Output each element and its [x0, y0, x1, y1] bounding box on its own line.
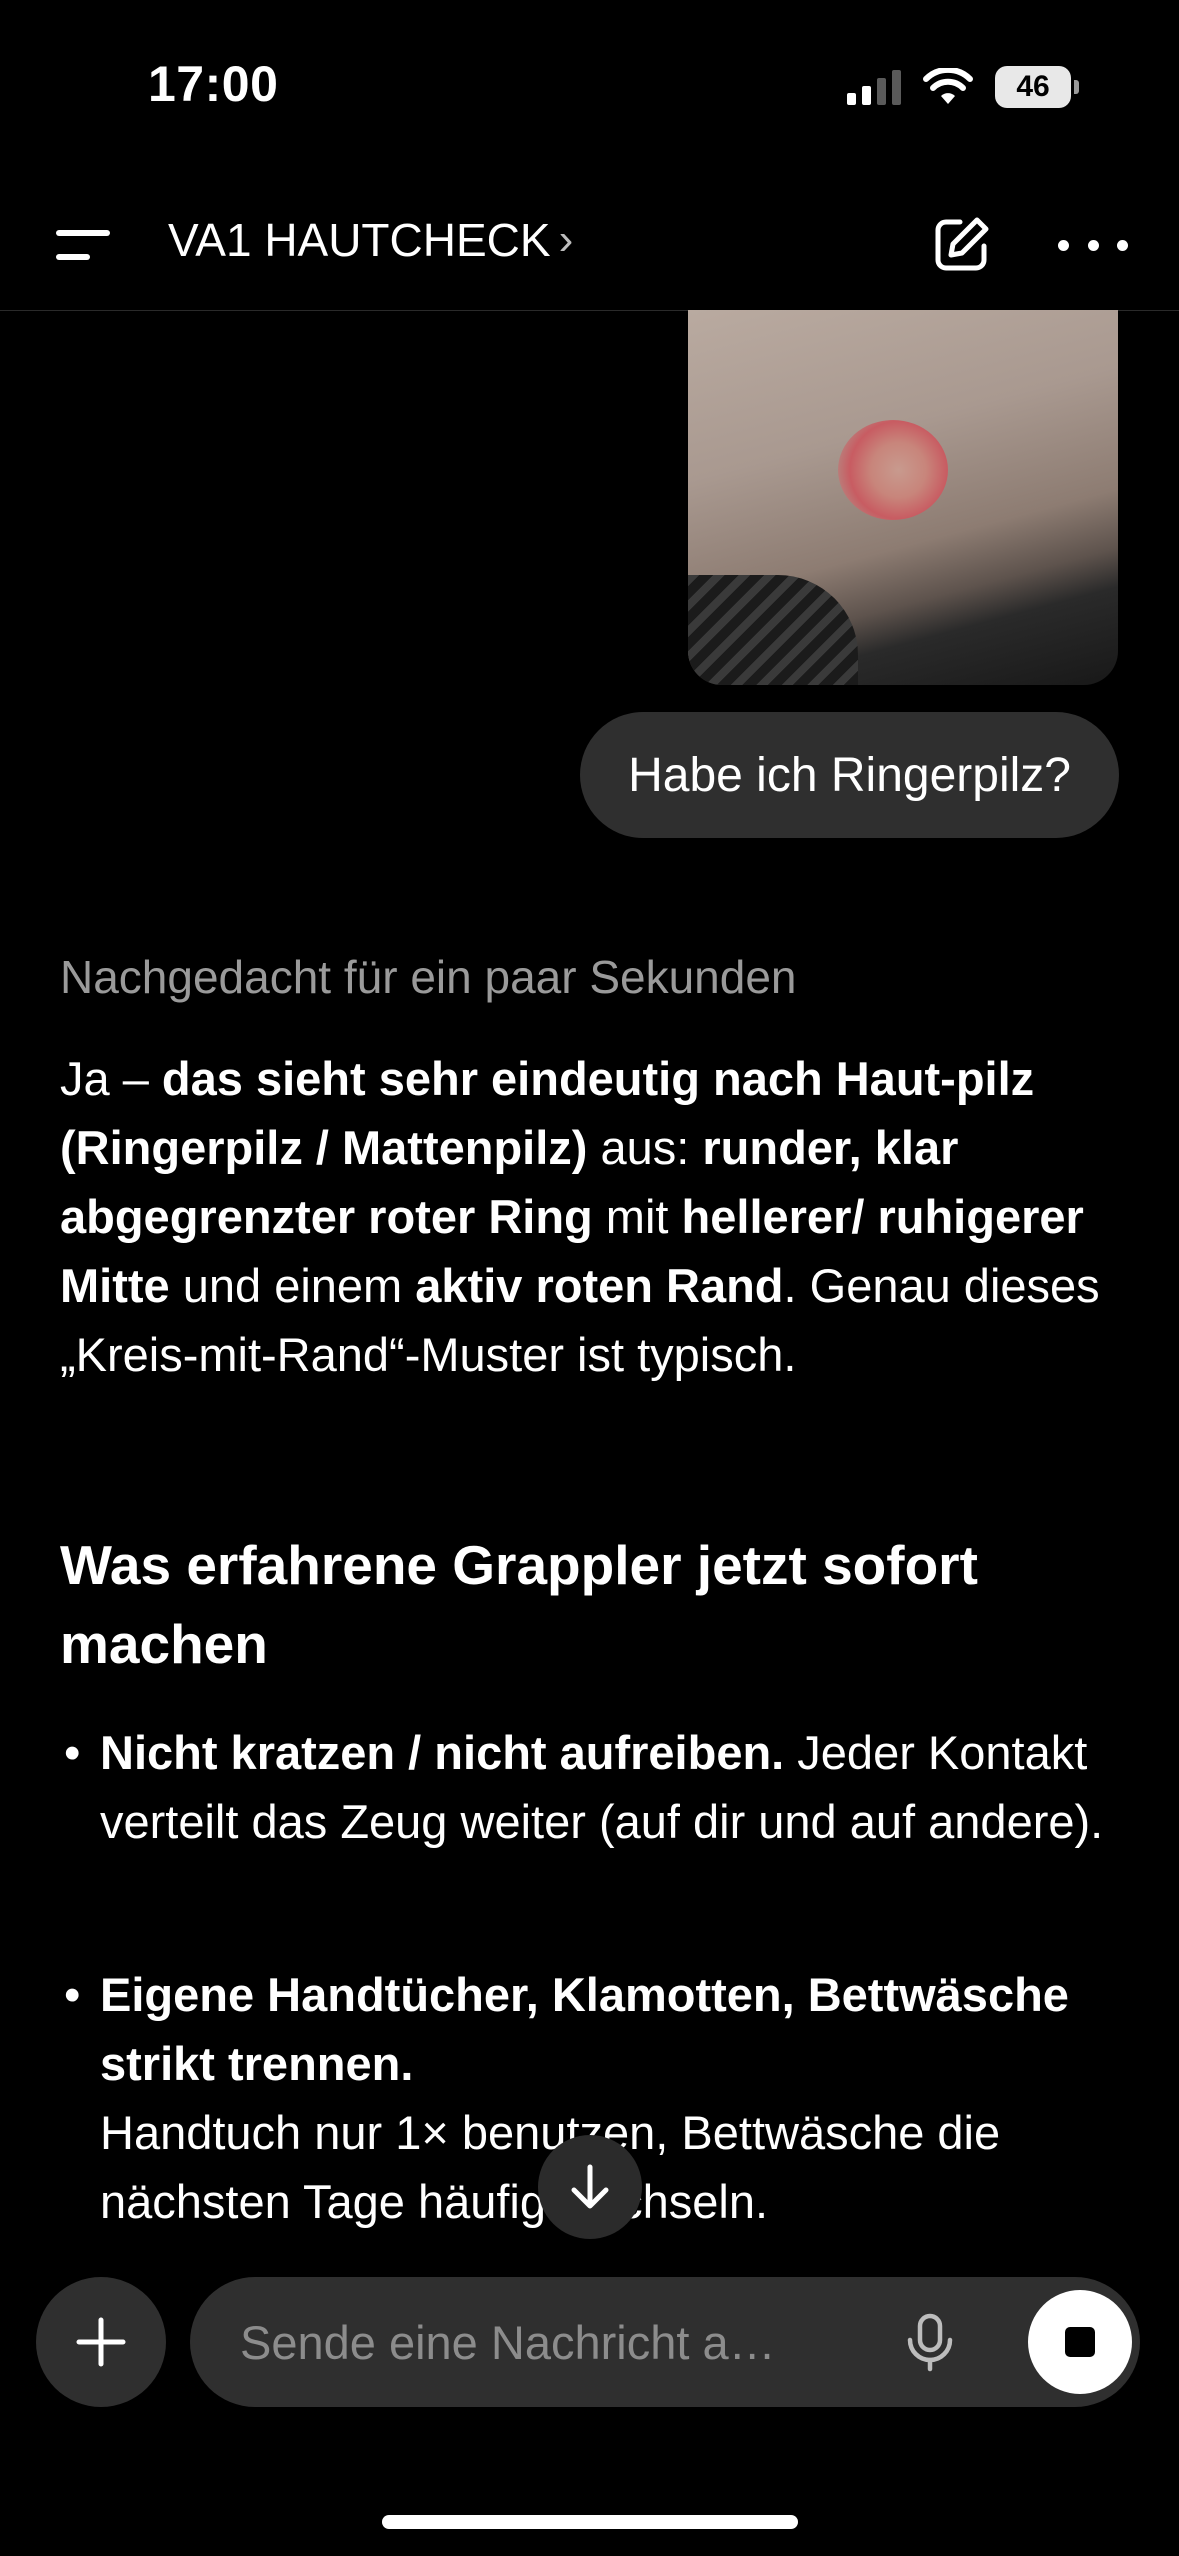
- list-item: Nicht kratzen / nicht aufreiben. Jeder K…: [60, 1718, 1120, 1856]
- user-message-text: Habe ich Ringerpilz?: [628, 748, 1071, 802]
- stop-icon: [1065, 2327, 1095, 2357]
- stop-generation-button[interactable]: [1028, 2290, 1132, 2394]
- home-indicator[interactable]: [382, 2515, 798, 2529]
- wifi-icon: [923, 68, 973, 104]
- message-composer: [190, 2277, 1140, 2407]
- answer-text: mit: [592, 1190, 682, 1243]
- thinking-note[interactable]: Nachgedacht für ein paar Sekunden: [60, 950, 797, 1004]
- microphone-icon[interactable]: [900, 2312, 960, 2372]
- answer-text: aus:: [587, 1121, 703, 1174]
- status-icons: 46: [847, 64, 1079, 110]
- battery-level: 46: [995, 66, 1071, 108]
- menu-icon[interactable]: [56, 228, 112, 268]
- more-dots-icon[interactable]: [1058, 225, 1128, 265]
- cellular-signal-icon: [847, 69, 901, 105]
- skin-lesion-area: [838, 420, 948, 520]
- list-item-bold: Nicht kratzen / nicht aufreiben.: [100, 1726, 785, 1779]
- answer-heading: Was erfahrene Grappler jetzt sofort mach…: [60, 1534, 978, 1675]
- status-time: 17:00: [148, 56, 279, 112]
- answer-paragraph: Ja – das sieht sehr eindeutig nach Haut-…: [60, 1044, 1120, 1389]
- chat-title-text: VA1 HAUTCHECK: [168, 214, 551, 266]
- arrow-down-icon: [571, 2164, 609, 2209]
- compose-icon[interactable]: [930, 212, 994, 276]
- answer-bold: aktiv roten Rand: [415, 1259, 784, 1312]
- message-input[interactable]: [240, 2277, 800, 2407]
- fabric-pattern: [688, 575, 858, 685]
- scroll-to-bottom-button[interactable]: [538, 2135, 642, 2239]
- battery-icon: 46: [995, 66, 1079, 108]
- chevron-right-icon: ›: [558, 215, 574, 264]
- chat-title[interactable]: VA1 HAUTCHECK ›: [168, 213, 573, 267]
- list-item-bold: Eigene Handtücher, Klamotten, Bettwäsche…: [100, 1968, 1069, 2090]
- answer-text: Ja –: [60, 1052, 162, 1105]
- user-message-bubble[interactable]: Habe ich Ringerpilz?: [580, 712, 1119, 838]
- answer-text: und einem: [169, 1259, 416, 1312]
- add-attachment-button[interactable]: [36, 2277, 166, 2407]
- user-skin-photo[interactable]: [688, 310, 1118, 685]
- plus-icon: [76, 2317, 126, 2367]
